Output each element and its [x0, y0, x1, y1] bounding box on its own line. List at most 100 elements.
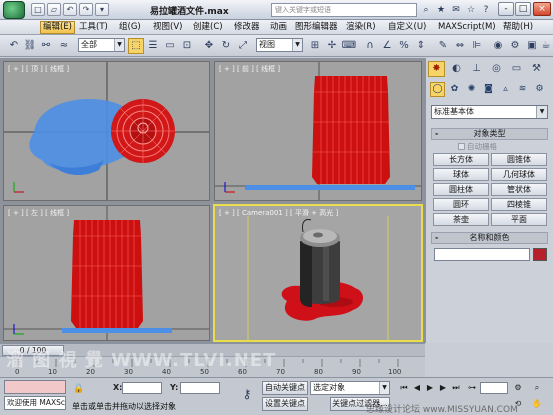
- lights-icon[interactable]: ✺: [464, 82, 479, 97]
- menu-views[interactable]: 视图(V): [153, 21, 182, 34]
- utilities-tab-icon[interactable]: ⚒: [528, 61, 545, 77]
- welcome-field[interactable]: 欢迎使用 MAXSc: [4, 396, 66, 410]
- rectangular-selection-icon[interactable]: ▭: [162, 38, 178, 54]
- select-and-rotate-icon[interactable]: ↻: [218, 38, 234, 54]
- app-logo-button[interactable]: [3, 1, 25, 19]
- render-setup-icon[interactable]: ⚙: [507, 38, 523, 54]
- unlink-icon[interactable]: ⚯: [38, 38, 54, 54]
- menu-create[interactable]: 创建(C): [193, 21, 223, 34]
- selection-lock-icon[interactable]: 🔒: [72, 382, 86, 396]
- menu-help[interactable]: 帮助(H): [503, 21, 533, 34]
- next-frame-icon[interactable]: ▶: [437, 382, 449, 394]
- go-to-end-icon[interactable]: ⏭: [450, 382, 462, 394]
- motion-tab-icon[interactable]: ◎: [488, 61, 505, 77]
- menu-modifiers[interactable]: 修改器: [234, 21, 260, 34]
- viewport-camera[interactable]: [ + ] [ Camera001 ] [ 平滑 + 高光 ]: [213, 204, 423, 342]
- undo-toolbar-icon[interactable]: ↶: [6, 38, 22, 54]
- menu-graph-editors[interactable]: 图形编辑器: [295, 21, 338, 34]
- quick-access-menu-icon[interactable]: ▾: [95, 3, 109, 16]
- maxscript-listener-field[interactable]: [4, 380, 66, 394]
- select-and-link-icon[interactable]: ⛓: [22, 38, 38, 54]
- viewport-label[interactable]: [ + ] [ Camera001 ] [ 平滑 + 高光 ]: [219, 208, 338, 218]
- key-mode-toggle-icon[interactable]: ⊶: [466, 382, 478, 394]
- viewport-label[interactable]: [ + ] [ 顶 ] [ 线框 ]: [8, 64, 69, 74]
- time-configuration-icon[interactable]: ⚙: [512, 382, 524, 394]
- viewport-front[interactable]: [ + ] [ 前 ] [ 线框 ]: [214, 61, 422, 201]
- display-tab-icon[interactable]: ▭: [508, 61, 525, 77]
- key-icon[interactable]: ⚷: [240, 387, 254, 401]
- viewport-top[interactable]: [ + ] [ 顶 ] [ 线框 ]: [3, 61, 210, 201]
- name-color-rollout[interactable]: - 名称和颜色: [431, 232, 548, 244]
- selection-filter-dropdown[interactable]: 全部 ▼: [78, 38, 125, 52]
- geometry-category-dropdown[interactable]: 标准基本体 ▼: [431, 105, 548, 119]
- keyboard-shortcut-icon[interactable]: ⌨: [341, 38, 357, 54]
- pivot-center-icon[interactable]: ⊞: [307, 38, 323, 54]
- menu-customize[interactable]: 自定义(U): [388, 21, 426, 34]
- sphere-button[interactable]: 球体: [433, 168, 489, 181]
- plane-button[interactable]: 平面: [491, 213, 547, 226]
- align-icon[interactable]: ⊫: [469, 38, 485, 54]
- help-icon[interactable]: ?: [479, 3, 493, 17]
- key-mode-dropdown[interactable]: 选定对象 ▼: [310, 381, 390, 395]
- create-tab-icon[interactable]: ✸: [428, 61, 445, 77]
- select-object-icon[interactable]: ⬚: [128, 38, 144, 54]
- spinner-snap-icon[interactable]: ⇕: [413, 38, 429, 54]
- open-file-icon[interactable]: ▱: [47, 3, 61, 16]
- autogrid-checkbox[interactable]: 自动栅格: [458, 141, 497, 152]
- zoom-icon[interactable]: ⌕: [531, 382, 543, 394]
- teapot-button[interactable]: 茶壶: [433, 213, 489, 226]
- previous-frame-icon[interactable]: ◀: [411, 382, 423, 394]
- hierarchy-tab-icon[interactable]: ⊥: [468, 61, 485, 77]
- space-warps-icon[interactable]: ≋: [515, 82, 530, 97]
- menu-tools[interactable]: 工具(T): [79, 21, 108, 34]
- menu-rendering[interactable]: 渲染(R): [346, 21, 376, 34]
- y-coordinate-field[interactable]: [180, 382, 220, 394]
- material-editor-icon[interactable]: ◉: [490, 38, 506, 54]
- communication-center-icon[interactable]: ✉: [449, 3, 463, 17]
- x-coordinate-field[interactable]: [122, 382, 162, 394]
- select-and-manipulate-icon[interactable]: ✢: [324, 38, 340, 54]
- systems-icon[interactable]: ⚙: [532, 82, 547, 97]
- current-frame-field[interactable]: [480, 382, 508, 394]
- minimize-button[interactable]: -: [498, 2, 514, 16]
- object-name-input[interactable]: [434, 248, 530, 261]
- render-production-icon[interactable]: ☕: [538, 38, 553, 54]
- select-by-name-icon[interactable]: ☰: [145, 38, 161, 54]
- bind-space-warp-icon[interactable]: ≈: [56, 38, 72, 54]
- torus-button[interactable]: 圆环: [433, 198, 489, 211]
- window-crossing-icon[interactable]: ⊡: [179, 38, 195, 54]
- pyramid-button[interactable]: 四棱锥: [491, 198, 547, 211]
- modify-tab-icon[interactable]: ◐: [448, 61, 465, 77]
- edit-named-selection-icon[interactable]: ✎: [435, 38, 451, 54]
- reference-coordinate-dropdown[interactable]: 视图 ▼: [256, 38, 303, 52]
- menu-edit[interactable]: 编辑(E): [40, 21, 76, 34]
- tube-button[interactable]: 管状体: [491, 183, 547, 196]
- angle-snap-icon[interactable]: ∠: [379, 38, 395, 54]
- auto-key-button[interactable]: 自动关键点: [262, 381, 308, 395]
- box-button[interactable]: 长方体: [433, 153, 489, 166]
- redo-icon[interactable]: ↷: [79, 3, 93, 16]
- pan-view-icon[interactable]: ✋: [531, 398, 543, 410]
- new-file-icon[interactable]: □: [31, 3, 45, 16]
- cameras-icon[interactable]: ◙: [481, 82, 496, 97]
- cylinder-button[interactable]: 圆柱体: [433, 183, 489, 196]
- menu-animation[interactable]: 动画: [270, 21, 287, 34]
- object-type-rollout[interactable]: - 对象类型: [431, 128, 548, 140]
- set-key-button[interactable]: 设置关键点: [262, 397, 308, 411]
- play-icon[interactable]: ▶: [424, 382, 436, 394]
- viewport-left[interactable]: [ + ] [ 左 ] [ 线框 ]: [3, 205, 210, 341]
- search-icon[interactable]: ⌕: [419, 3, 433, 17]
- go-to-start-icon[interactable]: ⏮: [398, 382, 410, 394]
- menu-group[interactable]: 组(G): [119, 21, 141, 34]
- geosphere-button[interactable]: 几何球体: [491, 168, 547, 181]
- menu-maxscript[interactable]: MAXScript(M): [438, 21, 496, 34]
- viewport-label[interactable]: [ + ] [ 左 ] [ 线框 ]: [8, 208, 69, 218]
- viewport-label[interactable]: [ + ] [ 前 ] [ 线框 ]: [219, 64, 280, 74]
- mirror-icon[interactable]: ⇔: [452, 38, 468, 54]
- cone-button[interactable]: 圆锥体: [491, 153, 547, 166]
- select-and-move-icon[interactable]: ✥: [201, 38, 217, 54]
- percent-snap-icon[interactable]: %: [396, 38, 412, 54]
- helpers-icon[interactable]: ▵: [498, 82, 513, 97]
- undo-icon[interactable]: ↶: [63, 3, 77, 16]
- subscription-icon[interactable]: ★: [434, 3, 448, 17]
